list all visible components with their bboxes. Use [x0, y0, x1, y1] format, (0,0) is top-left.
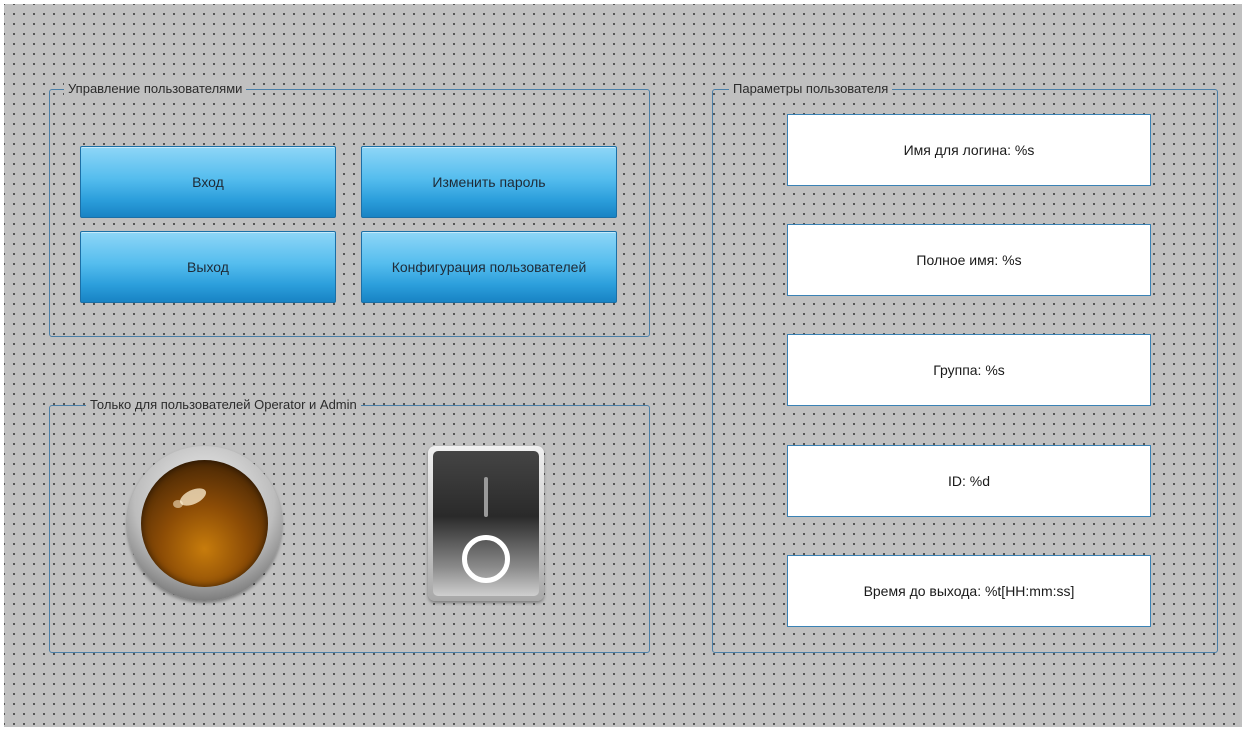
login-button[interactable]: Вход — [80, 146, 336, 218]
toggle-switch-icon[interactable] — [428, 446, 544, 601]
logout-button[interactable]: Выход — [80, 231, 336, 303]
lamp-lens — [141, 460, 268, 587]
full-name-field: Полное имя: %s — [787, 224, 1151, 296]
group-field: Группа: %s — [787, 334, 1151, 406]
id-field: ID: %d — [787, 445, 1151, 517]
switch-rocker — [433, 451, 539, 596]
lamp-glare-small — [173, 500, 183, 508]
user-configuration-button[interactable]: Конфигурация пользователей — [361, 231, 617, 303]
logout-time-field: Время до выхода: %t[HH:mm:ss] — [787, 555, 1151, 627]
user-management-title: Управление пользователями — [64, 81, 247, 97]
indicator-lamp-icon — [127, 446, 282, 601]
operator-admin-title: Только для пользователей Operator и Admi… — [86, 397, 361, 413]
switch-on-mark — [484, 477, 488, 517]
change-password-button[interactable]: Изменить пароль — [361, 146, 617, 218]
user-params-title: Параметры пользователя — [729, 81, 893, 97]
switch-off-mark — [462, 535, 510, 583]
login-name-field: Имя для логина: %s — [787, 114, 1151, 186]
